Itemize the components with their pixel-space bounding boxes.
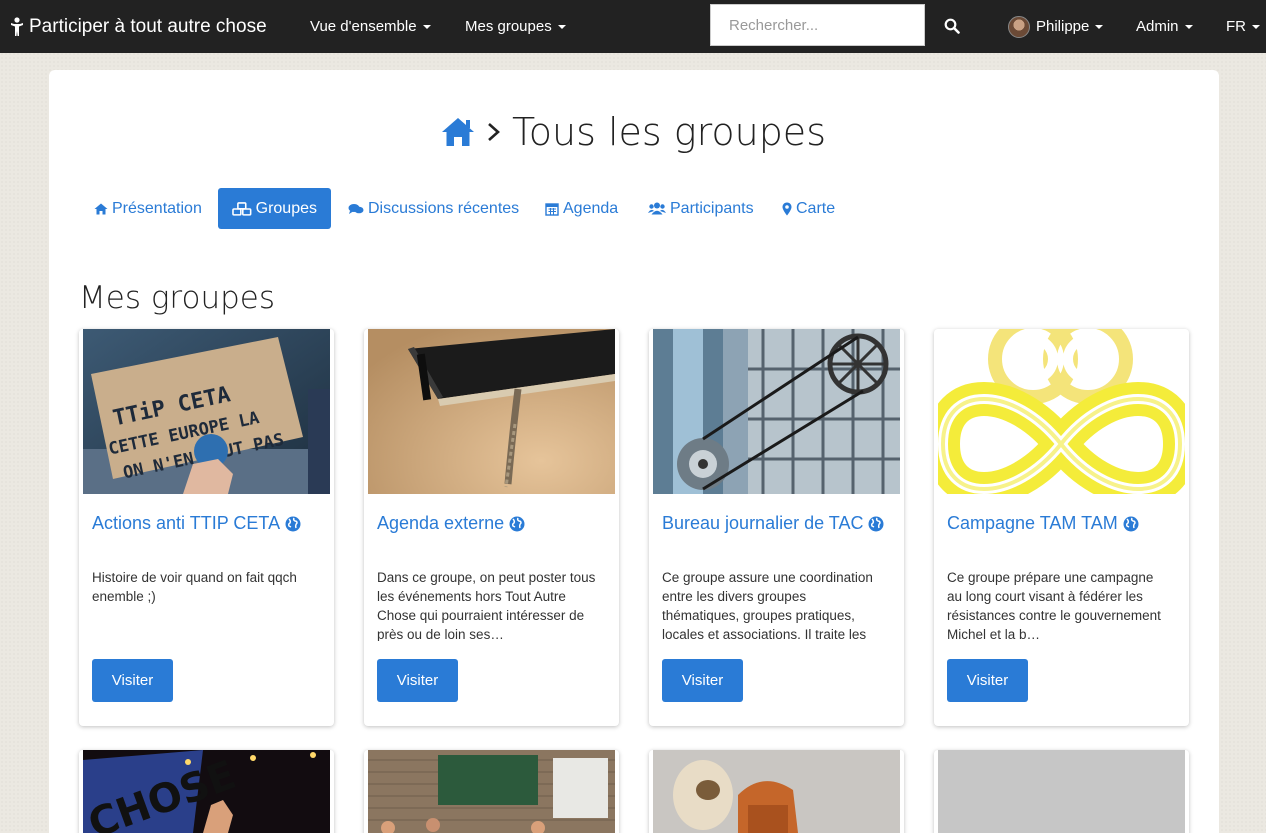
nav-my-groups-dropdown[interactable]: Mes groupes <box>465 0 566 53</box>
tab-agenda-label: Agenda <box>563 199 619 217</box>
group-title: Agenda externe <box>377 513 505 533</box>
tab-groups-label: Groupes <box>255 199 317 217</box>
group-description: Ce groupe assure une coordination entre … <box>662 570 873 641</box>
group-image <box>653 329 900 494</box>
group-image <box>938 329 1185 494</box>
group-card: CHOSE <box>79 750 334 833</box>
top-navbar: Participer à tout autre chose Vue d'ense… <box>0 0 1266 53</box>
home-icon <box>94 203 108 214</box>
globe-icon <box>509 516 525 531</box>
caret-down-icon <box>557 24 566 29</box>
nav-overview-label: Vue d'ensemble <box>310 18 417 35</box>
tab-groups[interactable]: Groupes <box>218 188 331 229</box>
language-label: FR <box>1226 18 1246 35</box>
page-title-text: Tous les groupes <box>511 110 826 154</box>
language-dropdown[interactable]: FR <box>1226 0 1260 53</box>
search-button[interactable] <box>938 10 966 42</box>
comments-icon <box>348 203 364 214</box>
tab-recent-discussions-label: Discussions récentes <box>368 199 520 217</box>
person-icon <box>11 16 23 36</box>
user-menu-dropdown[interactable]: Philippe <box>1008 0 1104 53</box>
search-icon <box>944 18 960 34</box>
caret-down-icon <box>422 24 431 29</box>
user-name: Philippe <box>1036 18 1090 35</box>
group-title-link[interactable]: Actions anti TTIP CETA <box>92 513 301 534</box>
group-image: TTiP CETA CETTE EUROPE LA ON N'EN VEUT P… <box>83 329 330 494</box>
group-image <box>368 329 615 494</box>
group-description: Ce groupe prépare une campagne au long c… <box>947 570 1161 641</box>
tab-agenda[interactable]: Agenda <box>531 188 632 229</box>
visit-button[interactable]: Visiter <box>377 659 458 702</box>
group-title: Bureau journalier de TAC <box>662 513 864 533</box>
group-image <box>653 750 900 833</box>
group-card <box>649 750 904 833</box>
admin-label: Admin <box>1136 18 1179 35</box>
group-card: Bureau journalier de TAC Ce groupe assur… <box>649 329 904 726</box>
caret-down-icon <box>1184 24 1193 29</box>
group-card <box>934 750 1189 833</box>
nav-overview-dropdown[interactable]: Vue d'ensemble <box>310 0 431 53</box>
map-marker-icon <box>782 202 792 215</box>
visit-button[interactable]: Visiter <box>947 659 1028 702</box>
group-title-link[interactable]: Bureau journalier de TAC <box>662 513 884 534</box>
group-card: Agenda externe Dans ce groupe, on peut p… <box>364 329 619 726</box>
search-input[interactable] <box>710 4 925 46</box>
group-image-placeholder <box>938 750 1185 833</box>
avatar <box>1008 15 1030 38</box>
group-title-link[interactable]: Agenda externe <box>377 513 525 534</box>
caret-down-icon <box>1095 24 1104 29</box>
page-title: Tous les groupes <box>0 110 1266 154</box>
users-icon <box>648 202 666 215</box>
group-title: Campagne TAM TAM <box>947 513 1118 533</box>
brand-link[interactable]: Participer à tout autre chose <box>10 0 267 53</box>
group-card: Campagne TAM TAM Ce groupe prépare une c… <box>934 329 1189 726</box>
group-card <box>364 750 619 833</box>
tab-recent-discussions[interactable]: Discussions récentes <box>334 188 533 229</box>
chevron-right-icon <box>488 123 500 141</box>
visit-button[interactable]: Visiter <box>92 659 173 702</box>
tab-participants-label: Participants <box>670 199 754 217</box>
group-card: TTiP CETA CETTE EUROPE LA ON N'EN VEUT P… <box>79 329 334 726</box>
visit-button[interactable]: Visiter <box>662 659 743 702</box>
home-icon[interactable] <box>440 116 476 148</box>
cubes-icon <box>232 201 252 216</box>
group-image <box>368 750 615 833</box>
globe-icon <box>285 516 301 531</box>
group-title: Actions anti TTIP CETA <box>92 513 281 533</box>
tab-presentation[interactable]: Présentation <box>80 188 216 229</box>
calendar-icon <box>545 202 559 216</box>
section-title: Mes groupes <box>79 280 276 316</box>
tab-participants[interactable]: Participants <box>634 188 768 229</box>
group-description: Histoire de voir quand on fait qqch enem… <box>92 570 297 604</box>
tab-map-label: Carte <box>796 199 836 217</box>
globe-icon <box>1123 516 1139 531</box>
admin-menu-dropdown[interactable]: Admin <box>1136 0 1193 53</box>
brand-title: Participer à tout autre chose <box>29 15 267 37</box>
group-description: Dans ce groupe, on peut poster tous les … <box>377 570 596 641</box>
tab-map[interactable]: Carte <box>768 188 849 229</box>
group-image: CHOSE <box>83 750 330 833</box>
group-title-link[interactable]: Campagne TAM TAM <box>947 513 1139 534</box>
caret-down-icon <box>1252 24 1260 29</box>
globe-icon <box>868 516 884 531</box>
tab-presentation-label: Présentation <box>112 199 202 217</box>
nav-my-groups-label: Mes groupes <box>465 18 552 35</box>
